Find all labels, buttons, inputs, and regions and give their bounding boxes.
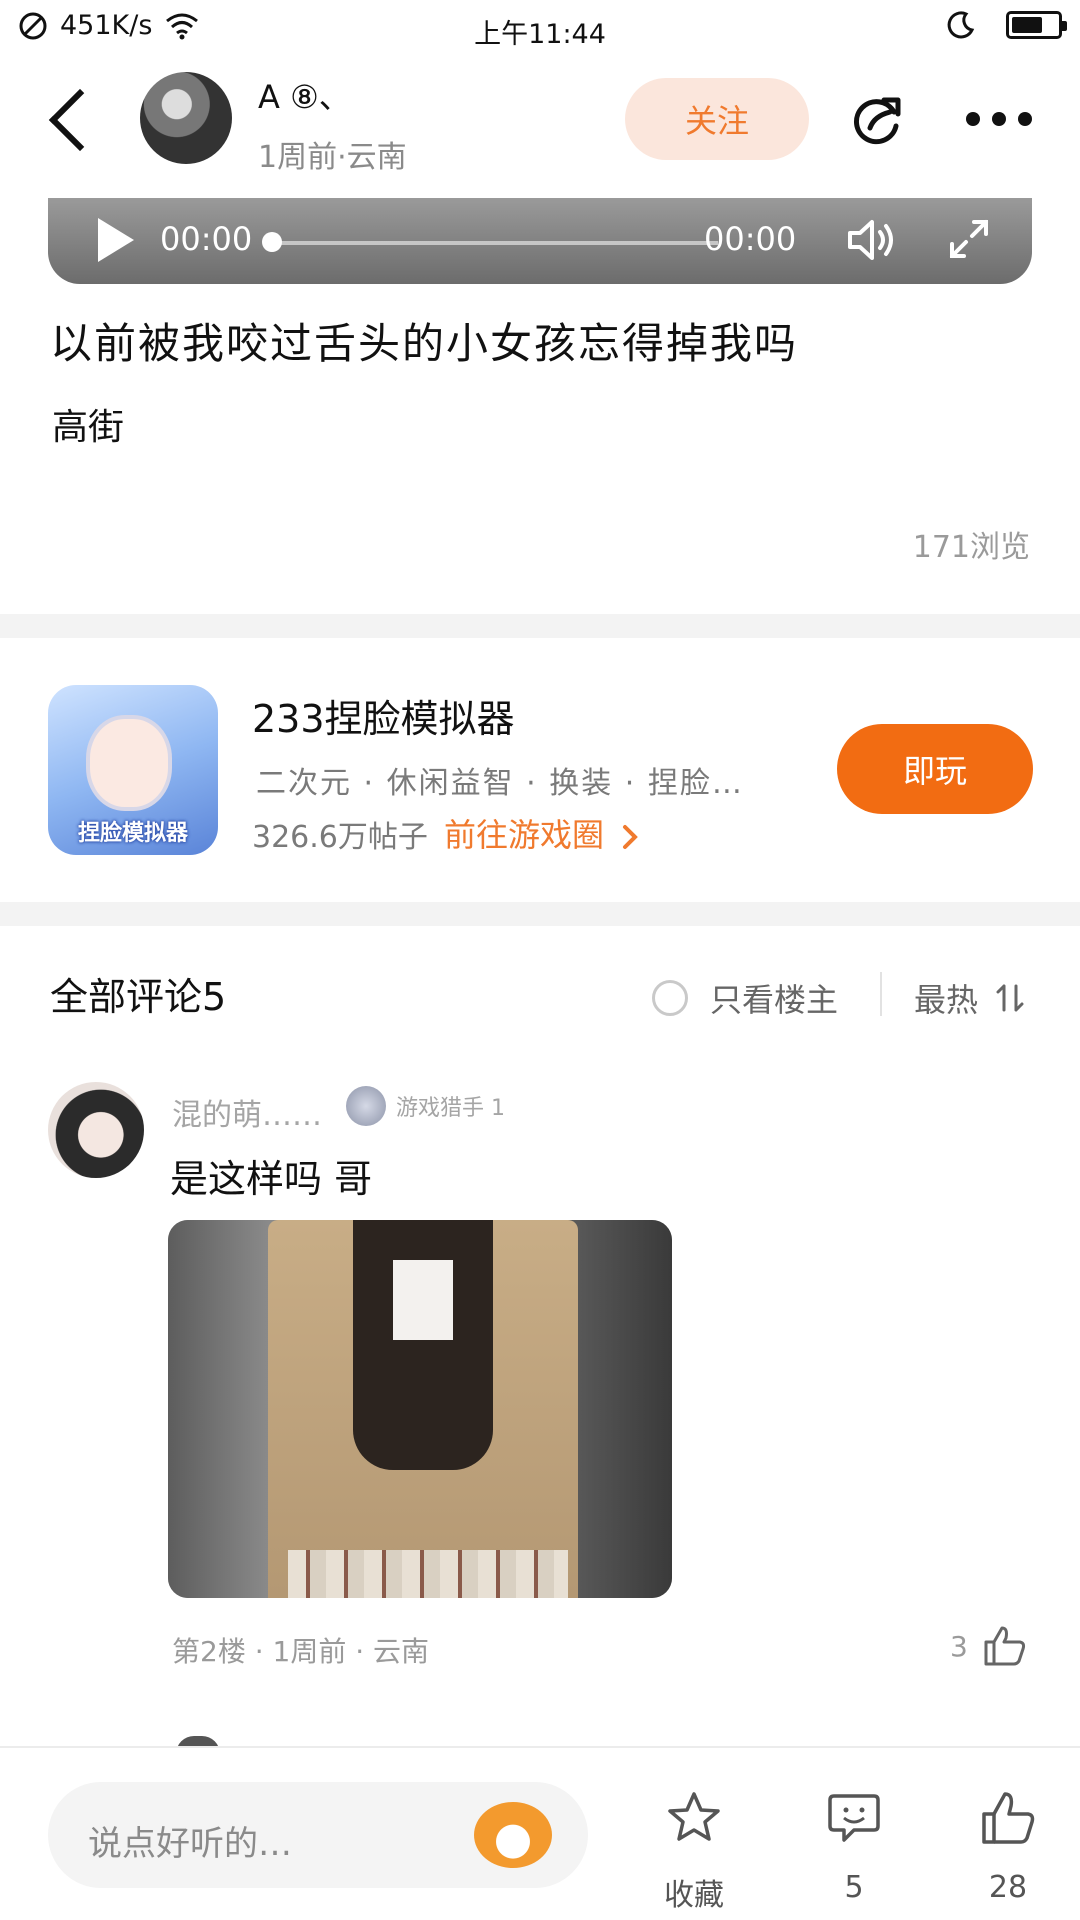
commenter-avatar[interactable] (48, 1082, 144, 1178)
follow-button[interactable]: 关注 (625, 78, 809, 160)
bottom-action-bar: 说点好听的… 收藏 5 28 (0, 1746, 1080, 1920)
section-divider (0, 614, 1080, 638)
battery-icon (1006, 11, 1067, 39)
author-avatar[interactable] (140, 72, 232, 164)
thumbs-up-icon (984, 1626, 1025, 1666)
badge-label: 游戏猎手 1 (396, 1096, 505, 1121)
video-player[interactable]: 00:00 00:00 (48, 198, 1032, 284)
comment-image[interactable] (168, 1220, 672, 1598)
comment-bubble-icon (828, 1794, 880, 1842)
like-button[interactable]: 28 (958, 1788, 1058, 1905)
video-progress-handle[interactable] (262, 232, 282, 252)
comment-input[interactable]: 说点好听的… (48, 1782, 588, 1888)
post-title: 以前被我咬过舌头的小女孩忘得掉我吗 (50, 319, 799, 368)
post-meta: 1周前·云南 (258, 140, 407, 175)
author-name[interactable]: A ⑧、 (258, 72, 351, 118)
only-host-toggle[interactable]: 只看楼主 (652, 975, 838, 1021)
sort-icon (996, 984, 1024, 1012)
game-circle-link[interactable]: 前往游戏圈 (444, 810, 640, 856)
fullscreen-icon[interactable] (946, 216, 992, 262)
thumbs-up-icon (982, 1792, 1035, 1844)
collect-button[interactable]: 收藏 (644, 1788, 744, 1914)
comment-count-button[interactable]: 5 (804, 1788, 904, 1905)
filter-divider (880, 972, 882, 1016)
back-arrow-icon[interactable] (48, 88, 112, 152)
comment-meta: 第2楼 · 1周前 · 云南 (172, 1635, 430, 1668)
volume-icon[interactable] (844, 216, 900, 264)
play-icon[interactable] (98, 218, 134, 262)
sort-toggle[interactable]: 最热 (914, 975, 1026, 1021)
play-now-button[interactable]: 即玩 (837, 724, 1033, 814)
game-icon-character (86, 715, 172, 811)
game-tags: 二次元 · 休闲益智 · 换装 · 捏脸… (256, 766, 744, 801)
status-right (946, 10, 1067, 40)
chevron-right-icon (623, 825, 639, 849)
post-header: A ⑧、 1周前·云南 关注 (0, 60, 1080, 180)
sort-label: 最热 (914, 981, 979, 1019)
share-icon[interactable] (848, 90, 906, 148)
game-icon-label: 捏脸模拟器 (77, 821, 188, 846)
comment-input-placeholder: 说点好听的… (88, 1824, 292, 1864)
comments-title: 全部评论5 (50, 975, 227, 1019)
comment-like-count: 3 (950, 1629, 968, 1663)
only-host-label: 只看楼主 (710, 981, 839, 1019)
comment-count: 5 (844, 1870, 864, 1905)
like-count: 28 (988, 1870, 1028, 1905)
badge-icon (346, 1086, 386, 1126)
comment-text: 是这样吗 哥 (170, 1157, 373, 1201)
only-host-radio[interactable] (652, 980, 688, 1016)
collect-label: 收藏 (664, 1878, 724, 1913)
game-post-count: 326.6万帖子 (252, 820, 428, 855)
post-topic-tag[interactable]: 高街 (52, 398, 124, 450)
game-app-icon[interactable]: 捏脸模拟器 (48, 685, 218, 855)
moon-icon (947, 11, 975, 39)
commenter-badge: 游戏猎手 1 (346, 1086, 505, 1126)
section-divider (0, 902, 1080, 926)
game-circle-link-label: 前往游戏圈 (444, 816, 605, 854)
mascot-emoji-icon[interactable] (474, 1802, 552, 1868)
video-current-time: 00:00 (160, 220, 253, 258)
commenter-name[interactable]: 混的萌…… (172, 1090, 322, 1134)
star-icon (668, 1792, 720, 1841)
view-count: 171浏览 (912, 530, 1030, 565)
status-time: 上午11:44 (474, 19, 606, 50)
comment-like-button[interactable]: 3 (950, 1624, 1028, 1668)
game-name[interactable]: 233捏脸模拟器 (252, 688, 515, 743)
video-progress-bar[interactable] (268, 241, 718, 245)
status-bar: 451K/s 上午11:44 (0, 0, 1080, 58)
video-duration: 00:00 (704, 220, 797, 258)
more-options-icon[interactable] (966, 112, 1032, 126)
